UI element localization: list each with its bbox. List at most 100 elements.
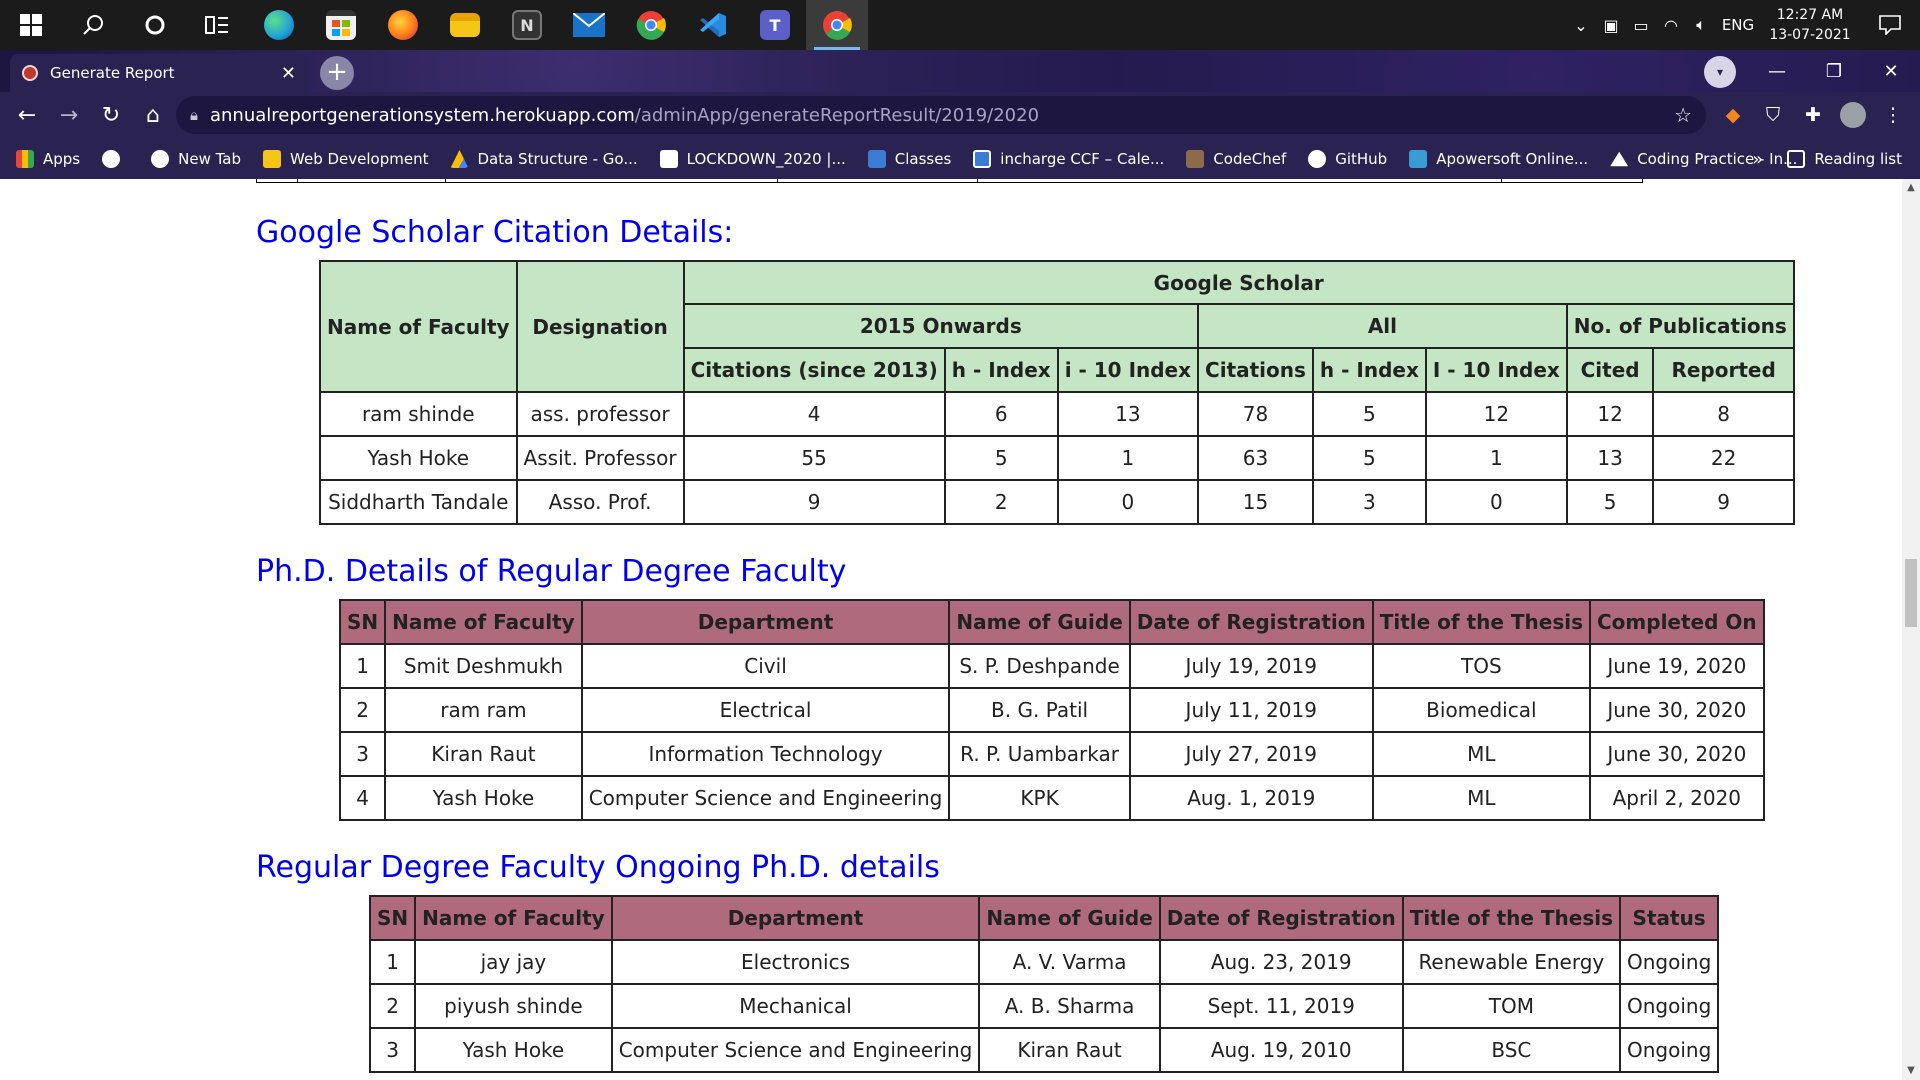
bookmark-apps[interactable]: Apps xyxy=(16,150,80,168)
chevron-up-icon[interactable]: ⌄ xyxy=(1566,16,1596,35)
ongoing-table-row: 2 piyush shinde Mechanical A. B. Sharma Sept… xyxy=(368,983,1720,1029)
address-bar[interactable]: 🔒︎ annualreportgenerationsystem.herokuap… xyxy=(176,96,1706,134)
tab-generate-report[interactable]: Generate Report ✕ xyxy=(10,54,308,92)
extensions-icon[interactable]: ✚ xyxy=(1798,100,1828,130)
bookmark-new-tab[interactable]: New Tab xyxy=(151,150,241,168)
scroll-down-icon[interactable]: ▼ xyxy=(1902,1062,1920,1080)
profile-avatar[interactable] xyxy=(1838,100,1868,130)
bookmark-web-development[interactable]: Web Development xyxy=(263,150,428,168)
phd-cell: KPK xyxy=(948,775,1131,821)
bookmarks-overflow-icon[interactable]: » xyxy=(1752,149,1763,170)
bookmark-calendar[interactable]: incharge CCF – Cale... xyxy=(973,150,1164,168)
gs-heading: Google Scholar Citation Details: xyxy=(256,215,734,250)
gs-cell: 0 xyxy=(1056,479,1200,525)
gs-header-i10-index: i - 10 Index xyxy=(1056,347,1200,393)
volume-icon[interactable]: 🔈︎ xyxy=(1686,15,1716,35)
menu-icon[interactable]: ⋮ xyxy=(1878,100,1908,130)
phd-cell: July 11, 2019 xyxy=(1128,687,1374,733)
reload-icon[interactable]: ↻ xyxy=(90,96,132,136)
phd-cell: June 19, 2020 xyxy=(1589,643,1765,689)
phd-cell: Information Technology xyxy=(580,731,951,777)
ongoing-cell: Mechanical xyxy=(610,983,981,1029)
battery-icon[interactable]: ▭ xyxy=(1626,16,1656,35)
gs-cell: 13 xyxy=(1565,435,1655,481)
bookmark-apowersoft[interactable]: Apowersoft Online... xyxy=(1409,150,1588,168)
bookmark-star-icon[interactable]: ☆ xyxy=(1674,103,1692,127)
vscode-icon[interactable] xyxy=(682,0,744,50)
task-view-icon[interactable] xyxy=(186,0,248,50)
gs-cell: 12 xyxy=(1424,391,1568,437)
minimize-icon[interactable]: — xyxy=(1748,50,1806,92)
browser-tab-strip: Generate Report ✕ + ▾ — ❐ ✕ xyxy=(0,50,1920,92)
firefox-icon[interactable] xyxy=(372,0,434,50)
wifi-icon[interactable]: ◠ xyxy=(1656,16,1686,35)
folder-icon xyxy=(263,150,282,168)
phd-cell: ram ram xyxy=(384,687,583,733)
gs-cell: 2 xyxy=(943,479,1059,525)
gs-cell: Siddharth Tandale xyxy=(319,479,518,525)
globe-icon xyxy=(151,150,170,168)
shield-icon[interactable]: ⛉ xyxy=(1758,100,1788,130)
ongoing-cell: BSC xyxy=(1401,1027,1622,1073)
new-tab-button[interactable]: + xyxy=(320,56,354,90)
phd-table-row: 3 Kiran Raut Information Technology R. P. U… xyxy=(338,731,1765,777)
reading-list-button[interactable]: Reading list xyxy=(1787,150,1902,168)
gs-cell: Yash Hoke xyxy=(319,435,518,481)
bookmark-data-structure[interactable]: Data Structure - Go... xyxy=(450,150,638,168)
scroll-up-icon[interactable]: ▲ xyxy=(1902,179,1920,197)
gs-cell: 22 xyxy=(1652,435,1795,481)
chrome-icon[interactable] xyxy=(620,0,682,50)
bookmark-globe[interactable] xyxy=(102,150,129,168)
language-indicator[interactable]: ENG xyxy=(1716,16,1760,34)
gs-header-publications: No. of Publications xyxy=(1565,303,1795,349)
edge-icon[interactable] xyxy=(248,0,310,50)
teams-icon[interactable]: T xyxy=(744,0,806,50)
phd-table-body: 1 Smit Deshmukh Civil S. P. Deshpande July 1… xyxy=(338,643,1765,821)
restore-icon[interactable]: ❐ xyxy=(1805,50,1863,92)
notion-icon[interactable]: N xyxy=(496,0,558,50)
page-content: Google Scholar Citation Details: Name of… xyxy=(0,179,1902,1080)
windows-taskbar: N T ⌄ ▣ ▭ ◠ 🔈︎ ENG 12:27 AM 13-07-2021 xyxy=(0,0,1920,50)
ongoing-header-6: Status xyxy=(1618,895,1720,941)
bookmark-lockdown[interactable]: LOCKDOWN_2020 |... xyxy=(659,150,846,168)
metamask-icon[interactable]: ◆ xyxy=(1718,100,1748,130)
cortana-icon[interactable] xyxy=(124,0,186,50)
home-icon[interactable]: ⌂ xyxy=(132,96,174,136)
store-icon[interactable] xyxy=(310,0,372,50)
search-icon[interactable] xyxy=(62,0,124,50)
phd-cell: 1 xyxy=(338,643,387,689)
forward-icon[interactable]: → xyxy=(48,96,90,136)
system-tray: ⌄ ▣ ▭ ◠ 🔈︎ ENG 12:27 AM 13-07-2021 xyxy=(1566,0,1920,50)
phd-cell: June 30, 2020 xyxy=(1589,731,1765,777)
file-explorer-icon[interactable] xyxy=(434,0,496,50)
tab-search-icon[interactable]: ▾ xyxy=(1704,56,1736,88)
bookmark-classes[interactable]: Classes xyxy=(867,150,951,168)
phd-heading: Ph.D. Details of Regular Degree Faculty xyxy=(256,554,847,589)
gs-cell: 4 xyxy=(682,391,946,437)
phd-cell: April 2, 2020 xyxy=(1589,775,1765,821)
tab-title: Generate Report xyxy=(50,64,175,82)
ongoing-cell: Yash Hoke xyxy=(414,1027,613,1073)
chrome-active-icon[interactable] xyxy=(806,0,868,50)
gs-header-h-index-all: h - Index xyxy=(1311,347,1427,393)
phd-table-row: 2 ram ram Electrical B. G. Patil July 11, 20… xyxy=(338,687,1765,733)
phd-cell: Biomedical xyxy=(1371,687,1592,733)
ongoing-header-row: SN Name of Faculty Department Name of Guide… xyxy=(368,895,1720,941)
close-tab-icon[interactable]: ✕ xyxy=(281,63,296,84)
clock[interactable]: 12:27 AM 13-07-2021 xyxy=(1760,5,1860,45)
bookmark-icon xyxy=(659,150,678,168)
scrollbar-thumb[interactable] xyxy=(1905,559,1917,627)
mail-icon[interactable] xyxy=(558,0,620,50)
bookmark-github[interactable]: GitHub xyxy=(1308,150,1387,168)
start-icon[interactable] xyxy=(0,0,62,50)
gs-cell: 3 xyxy=(1311,479,1427,525)
close-window-icon[interactable]: ✕ xyxy=(1862,50,1920,92)
ongoing-cell: piyush shinde xyxy=(414,983,613,1029)
back-icon[interactable]: ← xyxy=(6,96,48,136)
gs-cell: 1 xyxy=(1056,435,1200,481)
bookmark-codechef[interactable]: CodeChef xyxy=(1186,150,1286,168)
meet-now-icon[interactable]: ▣ xyxy=(1596,16,1626,35)
page-scrollbar[interactable]: ▲ ▼ xyxy=(1902,179,1920,1080)
notifications-icon[interactable] xyxy=(1860,15,1920,35)
lock-icon[interactable]: 🔒︎ xyxy=(190,106,198,124)
